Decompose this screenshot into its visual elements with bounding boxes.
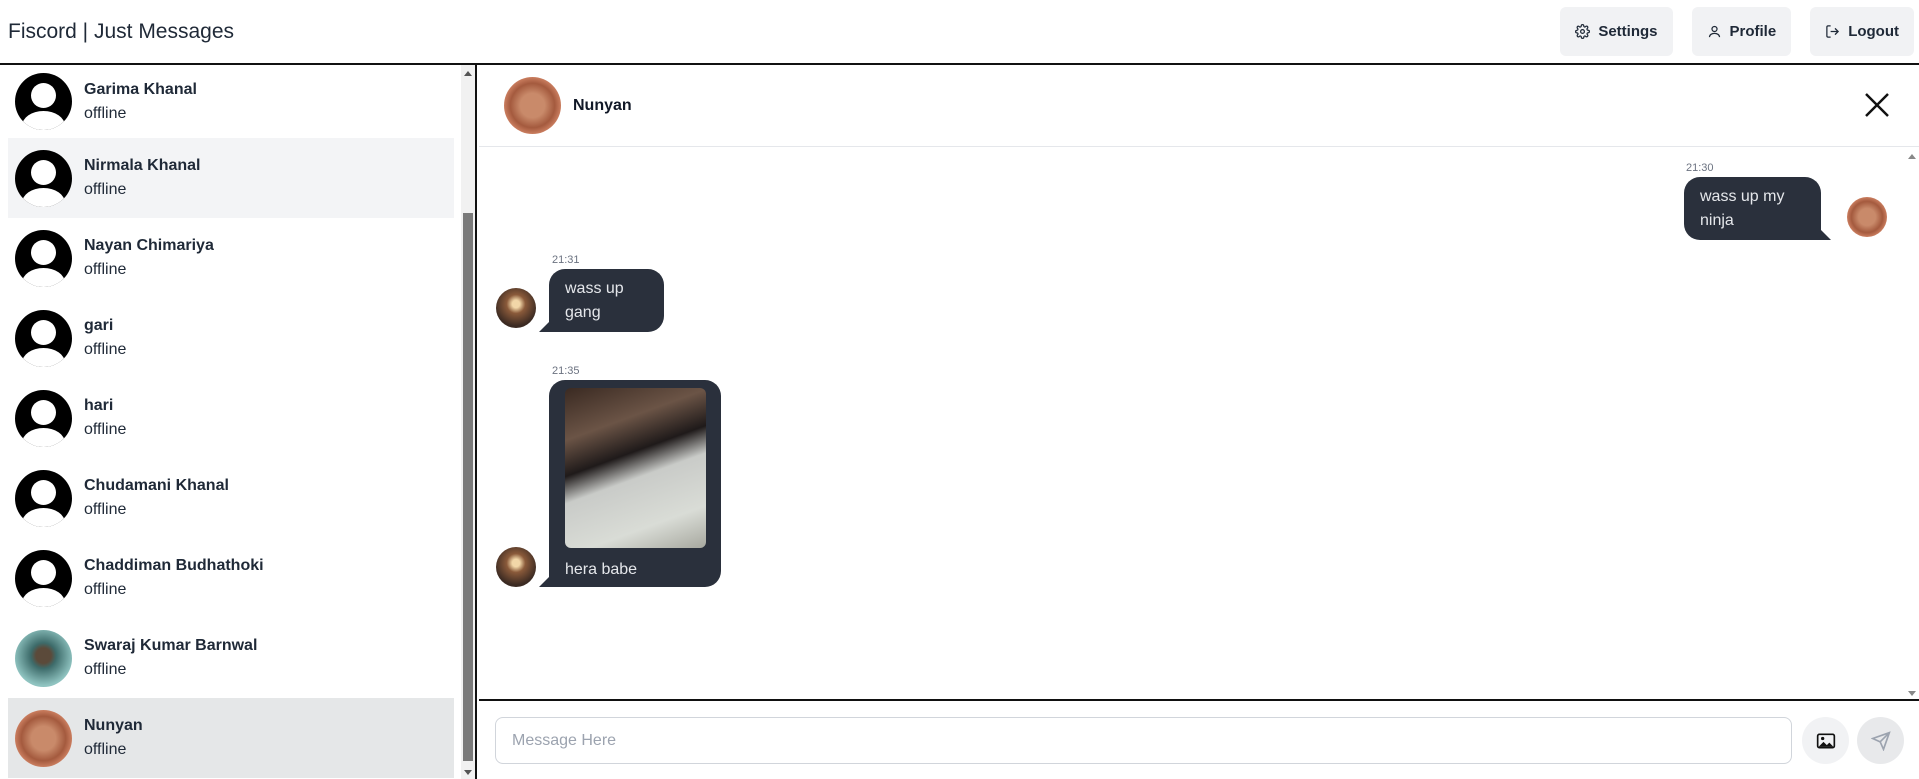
chat-contact-name: Nunyan xyxy=(573,96,632,114)
default-user-icon xyxy=(15,549,72,607)
contact-name: Nayan Chimariya xyxy=(84,237,214,254)
messages-scrollbar[interactable] xyxy=(1905,148,1919,700)
contact-name: Nirmala Khanal xyxy=(84,157,201,174)
sidebar-scrollbar[interactable] xyxy=(461,65,475,779)
contact-name: gari xyxy=(84,317,114,334)
logout-button[interactable]: Logout xyxy=(1810,7,1914,56)
logout-label: Logout xyxy=(1848,23,1899,40)
contact-status: offline xyxy=(84,261,127,278)
scroll-down-icon[interactable] xyxy=(1908,691,1916,696)
contact-status: offline xyxy=(84,501,127,518)
top-nav: Settings Profile Logout xyxy=(1541,7,1919,56)
default-user-icon xyxy=(15,469,72,527)
app-title: Fiscord | Just Messages xyxy=(8,19,235,43)
send-button[interactable] xyxy=(1857,717,1904,764)
contact-name: hari xyxy=(84,397,114,414)
bubble-tail xyxy=(539,577,549,587)
contact-avatar xyxy=(15,629,72,687)
message-text: wass up gang xyxy=(565,280,624,321)
profile-label: Profile xyxy=(1729,23,1777,40)
contact-item[interactable]: Nirmala Khanal offline xyxy=(8,138,454,218)
contacts-sidebar: Garima Khanal offline Nirmala Khanal offli… xyxy=(0,65,477,779)
message-composer xyxy=(479,699,1919,779)
default-user-icon xyxy=(15,229,72,287)
contact-item[interactable]: Chaddiman Budhathoki offline xyxy=(8,538,454,618)
contact-name: Garima Khanal xyxy=(84,80,197,98)
message-bubble: wass up gang xyxy=(549,269,664,332)
message-bubble: hera babe xyxy=(549,380,721,587)
contact-status: offline xyxy=(84,104,127,122)
default-user-icon xyxy=(15,309,72,367)
contact-item[interactable]: Garima Khanal offline xyxy=(8,65,454,138)
contact-status: offline xyxy=(84,181,127,198)
gear-icon xyxy=(1575,24,1591,39)
app-header: Fiscord | Just Messages Settings Profile… xyxy=(0,0,1919,65)
contact-name: Nunyan xyxy=(84,717,143,734)
message-text: hera babe xyxy=(565,561,638,578)
contact-item[interactable]: gari offline xyxy=(8,298,454,378)
user-icon xyxy=(1708,25,1720,38)
contact-status: offline xyxy=(84,741,127,758)
profile-button[interactable]: Profile xyxy=(1691,7,1792,56)
contact-avatar xyxy=(15,709,72,767)
contact-name: Chaddiman Budhathoki xyxy=(84,557,264,574)
default-user-icon xyxy=(15,73,72,130)
default-user-icon xyxy=(15,389,72,447)
message-list: 21:30 wass up my ninja 21:31 wass up gan… xyxy=(479,148,1919,700)
contact-name: Chudamani Khanal xyxy=(84,477,229,494)
message-time: 21:31 xyxy=(552,254,580,266)
message-time: 21:35 xyxy=(552,365,580,377)
contact-item[interactable]: hari offline xyxy=(8,378,454,458)
chat-contact-avatar xyxy=(504,77,561,134)
contact-item[interactable]: Swaraj Kumar Barnwal offline xyxy=(8,618,454,698)
contact-status: offline xyxy=(84,341,127,358)
contact-item[interactable]: Nayan Chimariya offline xyxy=(8,218,454,298)
settings-button[interactable]: Settings xyxy=(1560,7,1673,56)
chat-header: Nunyan xyxy=(479,65,1919,147)
contact-list: Garima Khanal offline Nirmala Khanal offli… xyxy=(8,65,454,779)
close-icon[interactable] xyxy=(1863,91,1891,119)
image-icon xyxy=(1816,733,1835,748)
scroll-down-icon[interactable] xyxy=(464,770,472,775)
scroll-thumb[interactable] xyxy=(463,213,473,761)
chat-panel: Nunyan 21:30 wass up my ninja 21:31 wass… xyxy=(479,65,1919,779)
scroll-up-icon[interactable] xyxy=(1908,154,1916,159)
attach-image-button[interactable] xyxy=(1802,717,1849,764)
message-time: 21:30 xyxy=(1686,162,1714,174)
message-text: wass up my ninja xyxy=(1700,188,1785,229)
default-user-icon xyxy=(15,149,72,207)
sender-avatar xyxy=(1847,197,1887,237)
contact-item-active[interactable]: Nunyan offline xyxy=(8,698,454,778)
contact-name: Swaraj Kumar Barnwal xyxy=(84,637,258,654)
contact-item[interactable]: Chudamani Khanal offline xyxy=(8,458,454,538)
contact-status: offline xyxy=(84,581,127,598)
bubble-tail xyxy=(539,322,549,332)
settings-label: Settings xyxy=(1598,23,1658,40)
send-icon xyxy=(1870,730,1891,751)
message-image[interactable] xyxy=(565,388,706,548)
contact-status: offline xyxy=(84,421,127,438)
logout-icon xyxy=(1826,25,1840,38)
message-input[interactable] xyxy=(495,717,1792,764)
bubble-tail xyxy=(1821,230,1831,240)
scroll-up-icon[interactable] xyxy=(464,71,472,76)
sender-avatar xyxy=(496,288,536,328)
message-bubble: wass up my ninja xyxy=(1684,177,1821,240)
contact-status: offline xyxy=(84,661,127,678)
sender-avatar xyxy=(496,547,536,587)
